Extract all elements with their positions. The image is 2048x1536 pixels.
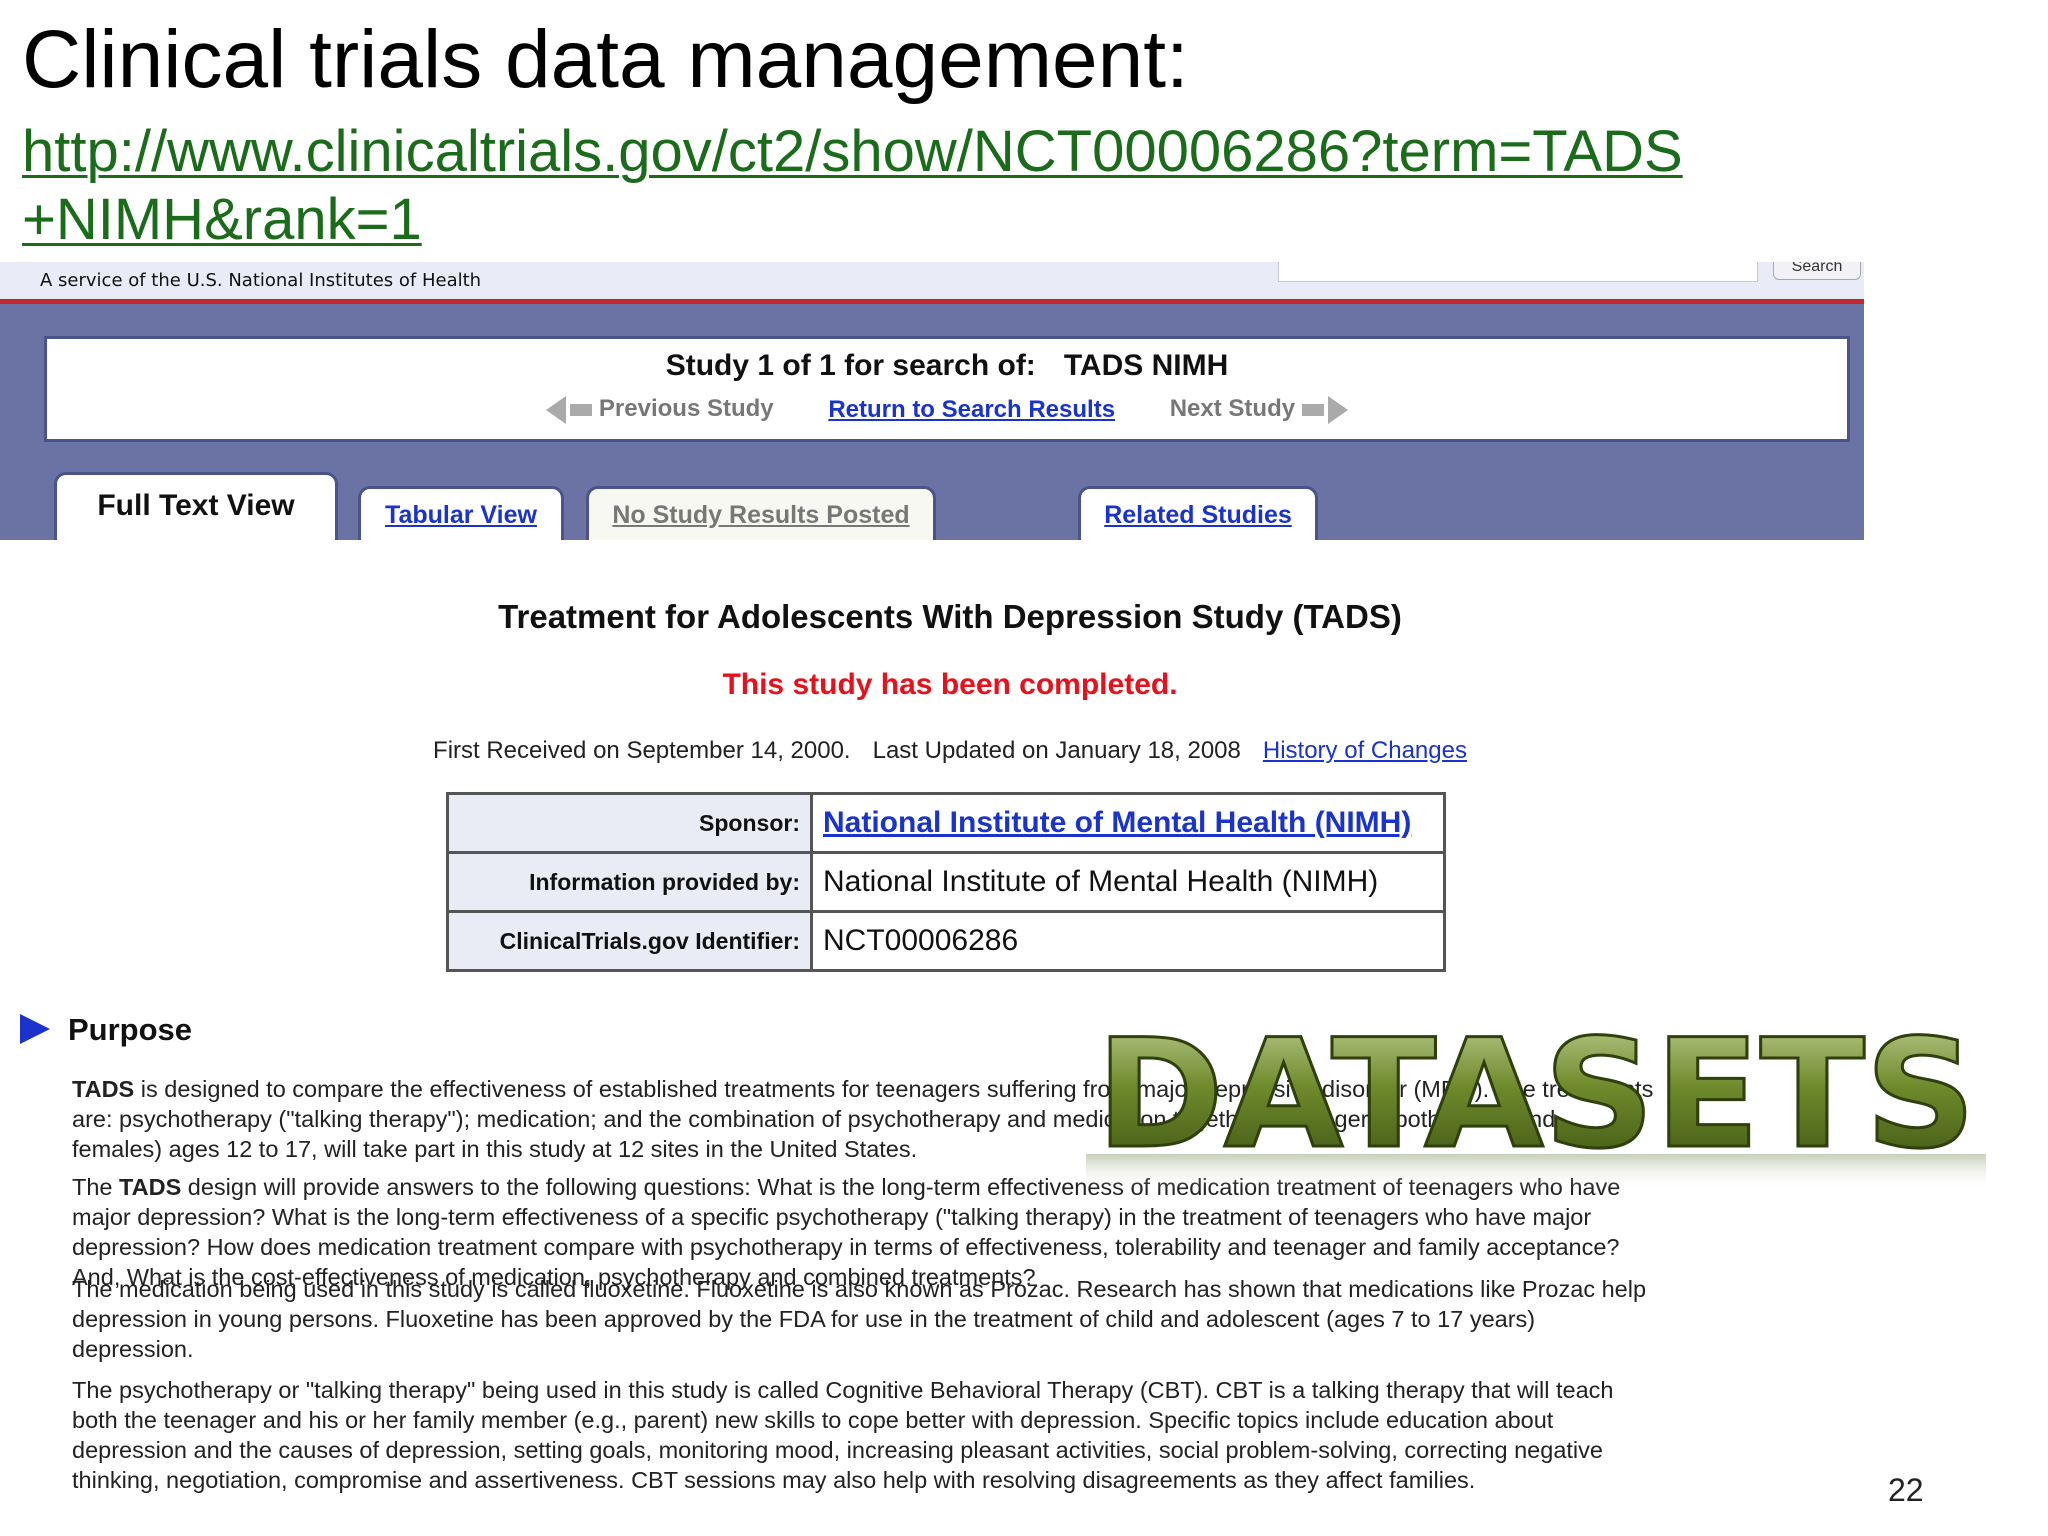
- trial-url-link[interactable]: http://www.clinicaltrials.gov/ct2/show/N…: [22, 118, 1722, 254]
- table-row: Sponsor: National Institute of Mental He…: [446, 792, 1446, 854]
- tab-full-text-view[interactable]: Full Text View: [54, 472, 338, 540]
- return-to-results-link[interactable]: Return to Search Results: [828, 396, 1115, 424]
- tab-tabular-view[interactable]: Tabular View: [358, 486, 564, 540]
- history-of-changes-link[interactable]: History of Changes: [1263, 737, 1467, 764]
- identifier-label: ClinicalTrials.gov Identifier:: [446, 910, 813, 972]
- search-summary-prefix: Study 1 of 1 for search of:: [665, 349, 1036, 382]
- sponsor-info-table: Sponsor: National Institute of Mental He…: [446, 792, 1446, 972]
- table-row: ClinicalTrials.gov Identifier: NCT000062…: [446, 910, 1446, 972]
- slide-title: Clinical trials data management:: [22, 14, 1189, 105]
- study-pager: Previous Study Return to Search Results …: [47, 395, 1847, 424]
- paragraph-line: depression in young persons. Fluoxetine …: [72, 1306, 1536, 1332]
- clinicaltrials-screenshot: A service of the U.S. National Institute…: [0, 262, 1864, 1536]
- previous-study-button[interactable]: Previous Study: [546, 395, 774, 424]
- paragraph-line: The psychotherapy or "talking therapy" b…: [72, 1377, 1614, 1403]
- paragraph-line: depression? How does medication treatmen…: [72, 1234, 1620, 1260]
- identifier-value: NCT00006286: [810, 910, 1446, 972]
- expand-arrow-icon[interactable]: [20, 1014, 50, 1044]
- slide-number: 22: [1888, 1472, 1924, 1508]
- study-navigation-box: Study 1 of 1 for search of: TADS NIMH Pre…: [44, 336, 1850, 442]
- paragraph-line: thinking, negotiation, compromise and as…: [72, 1467, 1476, 1493]
- tads-abbreviation: TADS: [119, 1174, 182, 1200]
- tab-related-studies[interactable]: Related Studies: [1078, 486, 1318, 540]
- next-study-label: Next Study: [1169, 395, 1296, 423]
- search-query: TADS NIMH: [1063, 349, 1229, 382]
- last-updated: Last Updated on January 18, 2008: [872, 737, 1241, 764]
- datasets-reflection: [1086, 1154, 1986, 1190]
- sponsor-label: Sponsor:: [446, 792, 813, 854]
- purpose-paragraph-3: The medication being used in this study …: [72, 1274, 1852, 1364]
- paragraph-line: The medication being used in this study …: [72, 1276, 1647, 1302]
- arrow-right-icon: [1327, 395, 1348, 424]
- next-study-button[interactable]: Next Study: [1170, 395, 1348, 424]
- datasets-overlay: DATASETS: [1086, 1026, 1986, 1190]
- service-text: A service of the U.S. National Institute…: [40, 270, 482, 291]
- paragraph-line: depression and the causes of depression,…: [72, 1437, 1603, 1463]
- first-received: First Received on September 14, 2000.: [433, 737, 851, 764]
- table-row: Information provided by: National Instit…: [446, 851, 1446, 913]
- search-input[interactable]: [1278, 262, 1758, 282]
- trial-url-line-2[interactable]: +NIMH&rank=1: [22, 186, 1722, 254]
- arrow-left-icon: [546, 395, 567, 424]
- provided-by-value: National Institute of Mental Health (NIM…: [810, 851, 1446, 913]
- tads-abbreviation: TADS: [72, 1076, 135, 1102]
- sponsor-link[interactable]: National Institute of Mental Health (NIM…: [810, 792, 1446, 854]
- purpose-paragraph-4: The psychotherapy or "talking therapy" b…: [72, 1375, 1852, 1495]
- purpose-heading: Purpose: [68, 1012, 193, 1047]
- paragraph-line: both the teenager and his or her family …: [72, 1407, 1554, 1433]
- previous-study-label: Previous Study: [598, 395, 774, 423]
- trial-url-line-1[interactable]: http://www.clinicaltrials.gov/ct2/show/N…: [22, 118, 1722, 186]
- site-header-bar: A service of the U.S. National Institute…: [0, 262, 1864, 300]
- paragraph-line: depression.: [72, 1336, 194, 1362]
- provided-by-label: Information provided by:: [446, 851, 813, 913]
- status-text: This study has been completed.: [722, 668, 1178, 701]
- trial-title: Treatment for Adolescents With Depressio…: [498, 598, 1402, 635]
- trial-dates: First Received on September 14, 2000. Las…: [0, 737, 1864, 765]
- tab-no-study-results[interactable]: No Study Results Posted: [586, 486, 936, 540]
- search-summary: Study 1 of 1 for search of: TADS NIMH: [47, 349, 1847, 383]
- search-button[interactable]: Search: [1773, 262, 1861, 280]
- paragraph-line: major depression? What is the long-term …: [72, 1204, 1592, 1230]
